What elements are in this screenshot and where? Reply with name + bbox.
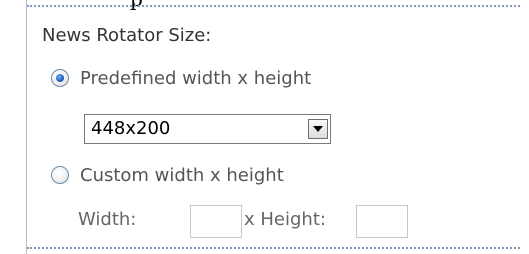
news-rotator-size-label: News Rotator Size:: [42, 25, 212, 46]
predefined-size-option[interactable]: Predefined width x height: [51, 67, 311, 89]
predefined-size-label: Predefined width x height: [80, 67, 312, 89]
height-label: x Height:: [244, 209, 326, 230]
height-input[interactable]: [356, 205, 408, 238]
predefined-size-radio[interactable]: [51, 69, 69, 87]
width-input[interactable]: [190, 205, 242, 238]
left-border: [26, 0, 27, 254]
custom-size-label: Custom width x height: [80, 164, 284, 186]
width-label: Width:: [78, 209, 137, 230]
top-dotted-separator: [27, 5, 520, 7]
predefined-size-select-value: 448x200: [91, 118, 171, 139]
chevron-down-icon[interactable]: [308, 119, 328, 139]
custom-size-option[interactable]: Custom width x height: [51, 164, 284, 186]
predefined-size-select[interactable]: 448x200: [84, 114, 331, 144]
bottom-dotted-separator: [27, 247, 520, 249]
custom-size-radio[interactable]: [51, 166, 69, 184]
